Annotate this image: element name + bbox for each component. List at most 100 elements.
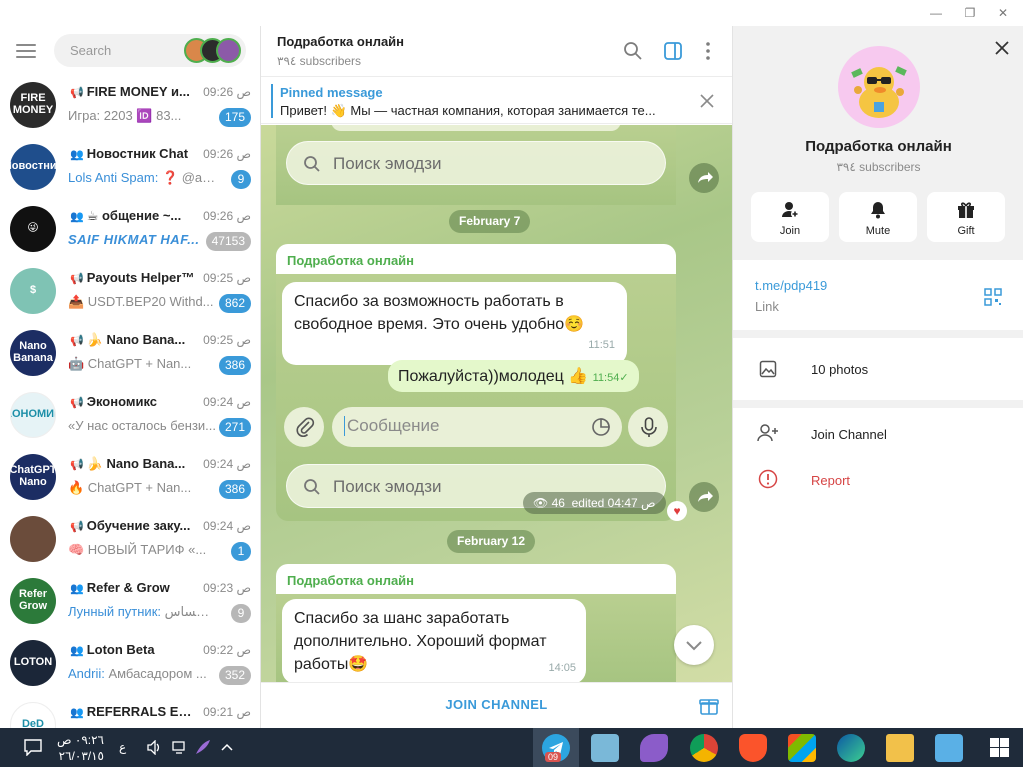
share-icon[interactable] — [689, 163, 719, 193]
photo-icon — [759, 360, 777, 378]
brave-icon[interactable] — [739, 734, 767, 762]
notification-icon[interactable] — [24, 739, 42, 756]
close-window-button[interactable]: ✕ — [991, 3, 1015, 23]
chat-avatar: 😜 — [10, 206, 56, 252]
chat-avatar: Nano Banana — [10, 330, 56, 376]
hamburger-menu-icon[interactable] — [16, 44, 36, 58]
chat-list-item[interactable]: ChatGPT Nano 📢 🍌 Nano Bana... 09:24 ص 🔥 Chat… — [0, 446, 260, 508]
chat-name: 📢 Экономикс — [70, 394, 158, 409]
channel-icon: 📢 — [70, 335, 84, 347]
chevron-up-icon[interactable] — [220, 741, 234, 753]
chat-list-item[interactable]: Nano Banana 📢 🍌 Nano Bana... 09:25 ص 🤖 ChatG… — [0, 322, 260, 384]
restore-button[interactable]: ❐ — [958, 3, 982, 23]
composer-image: Сообщение — [332, 407, 622, 447]
section-divider — [733, 330, 1023, 338]
chat-preview: «У нас осталось бензи... — [68, 418, 216, 433]
gift-button[interactable]: Gift — [927, 192, 1005, 242]
notepad-app-icon[interactable] — [591, 734, 619, 762]
unread-badge: 862 — [218, 294, 251, 313]
chat-time: 09:24 ص — [203, 519, 251, 533]
chat-list-item[interactable]: 😜 👥 ☕ общение ~... 09:26 ص SAIF HIKMAT HAF..… — [0, 198, 260, 260]
mute-button[interactable]: Mute — [839, 192, 917, 242]
scroll-down-button[interactable] — [674, 625, 714, 665]
unread-badge: 47153 — [205, 232, 251, 251]
side-panel-icon[interactable] — [662, 40, 684, 62]
channel-avatar — [838, 46, 920, 128]
chat-time: 09:26 ص — [203, 209, 251, 223]
unread-badge: 1 — [231, 542, 251, 561]
info-title: Подработка онлайн — [805, 138, 952, 155]
heart-reaction-icon[interactable]: ♥ — [667, 501, 687, 521]
photos-row[interactable]: 10 photos — [733, 338, 1023, 402]
pinned-message-bar[interactable]: Pinned message Привет! 👋 Мы — частная ко… — [261, 78, 732, 124]
feather-icon[interactable] — [194, 738, 212, 756]
screenshot-bubble-left: Спасибо за возможность работать в свобод… — [282, 282, 627, 365]
share-icon[interactable] — [689, 482, 719, 512]
group-icon: 👥 — [70, 211, 84, 223]
pinned-text: Привет! 👋 Мы — частная компания, которая… — [280, 103, 656, 118]
language-indicator[interactable]: ع — [119, 740, 126, 754]
join-button[interactable]: Join — [751, 192, 829, 242]
group-icon: 👥 — [70, 583, 84, 595]
chat-avatar: FIRE MONEY — [10, 82, 56, 128]
telegram-taskbar-button[interactable]: 09 — [533, 728, 579, 767]
search-icon[interactable] — [622, 40, 644, 62]
chat-preview: Andrii: Амбасадором ... — [68, 666, 207, 681]
chat-list-item[interactable]: FIRE MONEY 📢 FIRE MONEY и... 09:26 ص Игра: 2… — [0, 74, 260, 136]
mic-icon-image — [628, 407, 668, 447]
chat-preview: Лунный путник: عساس ... — [68, 604, 216, 619]
chat-preview: 🧠 НОВЫЙ ТАРИФ «... — [68, 542, 207, 557]
more-options-icon[interactable] — [697, 40, 719, 62]
unread-badge: 352 — [218, 666, 251, 685]
chat-list-item[interactable]: Refer Grow 👥 Refer & Grow 09:23 ص Лунный пут… — [0, 570, 260, 632]
close-icon[interactable] — [994, 40, 1010, 56]
chat-name: 📢 Обучение заку... — [70, 518, 191, 533]
chrome-icon[interactable] — [690, 734, 718, 762]
story-avatar[interactable] — [216, 38, 241, 63]
taskbar-clock[interactable]: ٠٩:٢٦ ص ٢٦/٠٣/١٥ — [56, 732, 104, 764]
chat-list-item[interactable]: ЭКОНОМИКС 📢Экономикс 09:24 ص «У нас осталос… — [0, 384, 260, 446]
unread-badge: 386 — [218, 356, 251, 375]
channel-link-label: Link — [755, 299, 779, 314]
qr-code-icon[interactable] — [984, 288, 1002, 306]
chat-name: 📢 FIRE MONEY и... — [70, 84, 190, 99]
report-row[interactable]: Report — [733, 462, 1023, 498]
channel-view: Подработка онлайн ٣٩٤ subscribers Pinned… — [261, 26, 732, 728]
group-icon: 👥 — [70, 707, 84, 719]
edge-icon[interactable] — [837, 734, 865, 762]
post-image: Спасибо за возможность работать в свобод… — [276, 274, 676, 521]
channel-header[interactable]: Подработка онлайн ٣٩٤ subscribers — [261, 26, 732, 77]
store-icon[interactable] — [788, 734, 816, 762]
game-app-icon[interactable] — [935, 734, 963, 762]
chat-name: 👥 Новостник Chat — [70, 146, 189, 161]
chat-list-item[interactable]: DeD 👥 REFERRALS EXC... 09:21 ص — [0, 694, 260, 728]
file-explorer-icon[interactable] — [886, 734, 914, 762]
minimize-button[interactable]: — — [924, 3, 948, 23]
channel-post: Подработка онлайн — [276, 244, 676, 274]
search-input[interactable]: Search — [54, 34, 246, 67]
chat-list-item[interactable]: $ 📢 Payouts Helper™ 09:25 ص 📤 USDT.BEP20 Wit… — [0, 260, 260, 322]
channel-icon: 📢 — [70, 459, 84, 471]
chat-time: 09:26 ص — [203, 147, 251, 161]
chat-list-item[interactable]: LOTON 👥 Loton Beta 09:22 ص Andrii: Амбасадор… — [0, 632, 260, 694]
window-title-bar: — ❐ ✕ — [0, 0, 1023, 26]
join-channel-row[interactable]: Join Channel — [733, 416, 1023, 452]
attach-icon-image — [284, 407, 324, 447]
chat-preview: 📤 USDT.BEP20 Withd... — [68, 294, 214, 309]
volume-icon[interactable] — [146, 740, 162, 755]
windows-start-icon[interactable] — [990, 738, 1009, 757]
stories-avatars[interactable] — [184, 38, 242, 63]
chat-list-item[interactable]: Новостник 👥Новостник Chat 09:26 ص Lols Anti… — [0, 136, 260, 198]
gift-icon[interactable] — [698, 695, 720, 717]
chat-time: 09:26 ص — [203, 85, 251, 99]
network-icon[interactable] — [172, 740, 188, 755]
feather-app-icon[interactable] — [640, 734, 668, 762]
chat-list-item[interactable]: 📢 Обучение заку... 09:24 ص 🧠 НОВЫЙ ТАРИФ «.… — [0, 508, 260, 570]
join-channel-button[interactable]: JOIN CHANNEL — [261, 697, 732, 712]
warning-icon — [758, 469, 778, 489]
channel-subscribers: ٣٩٤ subscribers — [277, 54, 362, 68]
channel-link[interactable]: t.me/pdp419 — [755, 278, 827, 293]
message-image: Поиск эмодзи — [276, 125, 676, 205]
add-user-icon — [757, 424, 778, 442]
close-pinned-icon[interactable] — [700, 94, 714, 108]
